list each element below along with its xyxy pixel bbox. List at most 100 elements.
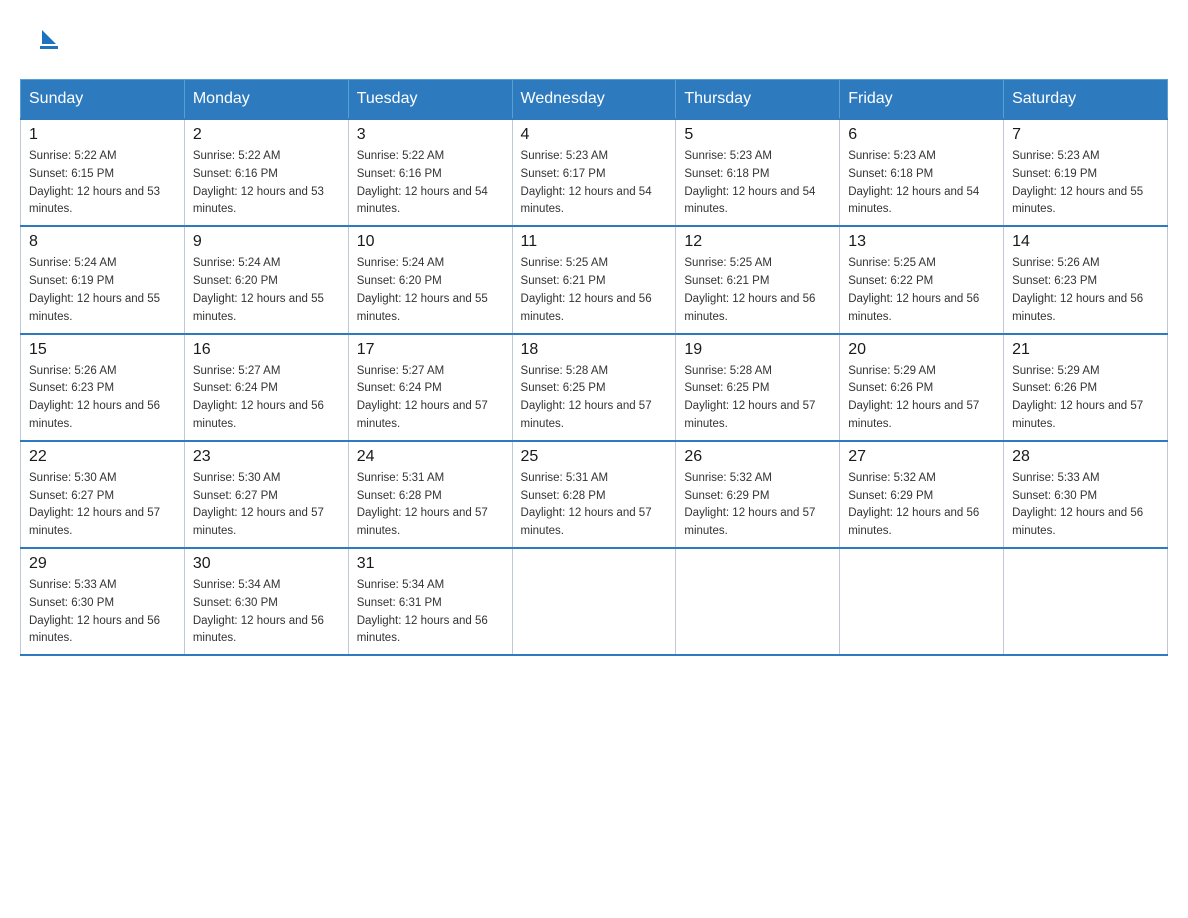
day-info: Sunrise: 5:34 AMSunset: 6:30 PMDaylight:… bbox=[193, 577, 340, 648]
day-number: 20 bbox=[848, 341, 995, 359]
logo-underline bbox=[40, 46, 58, 49]
day-info: Sunrise: 5:24 AMSunset: 6:20 PMDaylight:… bbox=[193, 255, 340, 326]
day-number: 4 bbox=[521, 126, 668, 144]
day-number: 28 bbox=[1012, 448, 1159, 466]
calendar-day-cell: 22 Sunrise: 5:30 AMSunset: 6:27 PMDaylig… bbox=[21, 441, 185, 548]
day-number: 2 bbox=[193, 126, 340, 144]
day-info: Sunrise: 5:30 AMSunset: 6:27 PMDaylight:… bbox=[193, 470, 340, 541]
day-number: 15 bbox=[29, 341, 176, 359]
calendar-day-cell: 11 Sunrise: 5:25 AMSunset: 6:21 PMDaylig… bbox=[512, 226, 676, 333]
calendar-week-row: 29 Sunrise: 5:33 AMSunset: 6:30 PMDaylig… bbox=[21, 548, 1168, 655]
calendar-day-cell: 16 Sunrise: 5:27 AMSunset: 6:24 PMDaylig… bbox=[184, 334, 348, 441]
day-info: Sunrise: 5:29 AMSunset: 6:26 PMDaylight:… bbox=[848, 363, 995, 434]
calendar-day-cell: 13 Sunrise: 5:25 AMSunset: 6:22 PMDaylig… bbox=[840, 226, 1004, 333]
calendar-day-cell: 15 Sunrise: 5:26 AMSunset: 6:23 PMDaylig… bbox=[21, 334, 185, 441]
day-number: 22 bbox=[29, 448, 176, 466]
day-info: Sunrise: 5:32 AMSunset: 6:29 PMDaylight:… bbox=[848, 470, 995, 541]
calendar-day-cell: 4 Sunrise: 5:23 AMSunset: 6:17 PMDayligh… bbox=[512, 119, 676, 226]
calendar-day-cell: 5 Sunrise: 5:23 AMSunset: 6:18 PMDayligh… bbox=[676, 119, 840, 226]
day-number: 21 bbox=[1012, 341, 1159, 359]
day-number: 23 bbox=[193, 448, 340, 466]
day-number: 29 bbox=[29, 555, 176, 573]
day-number: 19 bbox=[684, 341, 831, 359]
day-info: Sunrise: 5:33 AMSunset: 6:30 PMDaylight:… bbox=[29, 577, 176, 648]
day-number: 1 bbox=[29, 126, 176, 144]
day-info: Sunrise: 5:27 AMSunset: 6:24 PMDaylight:… bbox=[193, 363, 340, 434]
calendar-day-cell: 8 Sunrise: 5:24 AMSunset: 6:19 PMDayligh… bbox=[21, 226, 185, 333]
day-number: 10 bbox=[357, 233, 504, 251]
calendar-day-cell: 10 Sunrise: 5:24 AMSunset: 6:20 PMDaylig… bbox=[348, 226, 512, 333]
logo-triangle-icon bbox=[42, 30, 56, 44]
day-number: 16 bbox=[193, 341, 340, 359]
day-info: Sunrise: 5:26 AMSunset: 6:23 PMDaylight:… bbox=[29, 363, 176, 434]
day-number: 5 bbox=[684, 126, 831, 144]
calendar-day-cell: 14 Sunrise: 5:26 AMSunset: 6:23 PMDaylig… bbox=[1004, 226, 1168, 333]
day-info: Sunrise: 5:31 AMSunset: 6:28 PMDaylight:… bbox=[521, 470, 668, 541]
calendar-day-cell: 19 Sunrise: 5:28 AMSunset: 6:25 PMDaylig… bbox=[676, 334, 840, 441]
day-info: Sunrise: 5:33 AMSunset: 6:30 PMDaylight:… bbox=[1012, 470, 1159, 541]
day-info: Sunrise: 5:23 AMSunset: 6:17 PMDaylight:… bbox=[521, 148, 668, 219]
calendar-day-cell: 26 Sunrise: 5:32 AMSunset: 6:29 PMDaylig… bbox=[676, 441, 840, 548]
calendar-day-cell: 28 Sunrise: 5:33 AMSunset: 6:30 PMDaylig… bbox=[1004, 441, 1168, 548]
day-number: 24 bbox=[357, 448, 504, 466]
calendar-day-cell bbox=[676, 548, 840, 655]
logo bbox=[40, 30, 58, 49]
day-number: 25 bbox=[521, 448, 668, 466]
day-number: 3 bbox=[357, 126, 504, 144]
day-info: Sunrise: 5:26 AMSunset: 6:23 PMDaylight:… bbox=[1012, 255, 1159, 326]
day-info: Sunrise: 5:24 AMSunset: 6:19 PMDaylight:… bbox=[29, 255, 176, 326]
calendar-day-cell: 29 Sunrise: 5:33 AMSunset: 6:30 PMDaylig… bbox=[21, 548, 185, 655]
calendar-day-cell: 21 Sunrise: 5:29 AMSunset: 6:26 PMDaylig… bbox=[1004, 334, 1168, 441]
day-number: 6 bbox=[848, 126, 995, 144]
calendar-day-cell bbox=[512, 548, 676, 655]
calendar-day-cell: 30 Sunrise: 5:34 AMSunset: 6:30 PMDaylig… bbox=[184, 548, 348, 655]
calendar-day-cell: 17 Sunrise: 5:27 AMSunset: 6:24 PMDaylig… bbox=[348, 334, 512, 441]
calendar-day-cell: 24 Sunrise: 5:31 AMSunset: 6:28 PMDaylig… bbox=[348, 441, 512, 548]
calendar-week-row: 1 Sunrise: 5:22 AMSunset: 6:15 PMDayligh… bbox=[21, 119, 1168, 226]
day-number: 26 bbox=[684, 448, 831, 466]
calendar-day-cell: 25 Sunrise: 5:31 AMSunset: 6:28 PMDaylig… bbox=[512, 441, 676, 548]
calendar-day-header: Thursday bbox=[676, 80, 840, 120]
day-number: 30 bbox=[193, 555, 340, 573]
calendar-day-cell: 23 Sunrise: 5:30 AMSunset: 6:27 PMDaylig… bbox=[184, 441, 348, 548]
day-info: Sunrise: 5:25 AMSunset: 6:21 PMDaylight:… bbox=[521, 255, 668, 326]
day-info: Sunrise: 5:24 AMSunset: 6:20 PMDaylight:… bbox=[357, 255, 504, 326]
calendar-day-cell: 18 Sunrise: 5:28 AMSunset: 6:25 PMDaylig… bbox=[512, 334, 676, 441]
page-header bbox=[20, 20, 1168, 59]
calendar-header-row: SundayMondayTuesdayWednesdayThursdayFrid… bbox=[21, 80, 1168, 120]
day-number: 27 bbox=[848, 448, 995, 466]
day-info: Sunrise: 5:25 AMSunset: 6:22 PMDaylight:… bbox=[848, 255, 995, 326]
day-number: 7 bbox=[1012, 126, 1159, 144]
calendar-day-header: Tuesday bbox=[348, 80, 512, 120]
day-number: 13 bbox=[848, 233, 995, 251]
calendar-day-header: Wednesday bbox=[512, 80, 676, 120]
calendar-day-header: Friday bbox=[840, 80, 1004, 120]
day-info: Sunrise: 5:23 AMSunset: 6:18 PMDaylight:… bbox=[684, 148, 831, 219]
day-info: Sunrise: 5:32 AMSunset: 6:29 PMDaylight:… bbox=[684, 470, 831, 541]
day-info: Sunrise: 5:34 AMSunset: 6:31 PMDaylight:… bbox=[357, 577, 504, 648]
calendar-week-row: 22 Sunrise: 5:30 AMSunset: 6:27 PMDaylig… bbox=[21, 441, 1168, 548]
day-info: Sunrise: 5:22 AMSunset: 6:15 PMDaylight:… bbox=[29, 148, 176, 219]
calendar-day-cell: 9 Sunrise: 5:24 AMSunset: 6:20 PMDayligh… bbox=[184, 226, 348, 333]
calendar-week-row: 8 Sunrise: 5:24 AMSunset: 6:19 PMDayligh… bbox=[21, 226, 1168, 333]
calendar-day-header: Monday bbox=[184, 80, 348, 120]
calendar-day-cell: 12 Sunrise: 5:25 AMSunset: 6:21 PMDaylig… bbox=[676, 226, 840, 333]
day-info: Sunrise: 5:28 AMSunset: 6:25 PMDaylight:… bbox=[684, 363, 831, 434]
calendar-day-header: Sunday bbox=[21, 80, 185, 120]
calendar-day-header: Saturday bbox=[1004, 80, 1168, 120]
day-info: Sunrise: 5:22 AMSunset: 6:16 PMDaylight:… bbox=[193, 148, 340, 219]
calendar-day-cell: 20 Sunrise: 5:29 AMSunset: 6:26 PMDaylig… bbox=[840, 334, 1004, 441]
day-info: Sunrise: 5:31 AMSunset: 6:28 PMDaylight:… bbox=[357, 470, 504, 541]
calendar-day-cell bbox=[1004, 548, 1168, 655]
day-info: Sunrise: 5:25 AMSunset: 6:21 PMDaylight:… bbox=[684, 255, 831, 326]
day-info: Sunrise: 5:27 AMSunset: 6:24 PMDaylight:… bbox=[357, 363, 504, 434]
day-info: Sunrise: 5:28 AMSunset: 6:25 PMDaylight:… bbox=[521, 363, 668, 434]
day-number: 8 bbox=[29, 233, 176, 251]
calendar-day-cell: 27 Sunrise: 5:32 AMSunset: 6:29 PMDaylig… bbox=[840, 441, 1004, 548]
day-number: 18 bbox=[521, 341, 668, 359]
day-info: Sunrise: 5:22 AMSunset: 6:16 PMDaylight:… bbox=[357, 148, 504, 219]
calendar-day-cell: 2 Sunrise: 5:22 AMSunset: 6:16 PMDayligh… bbox=[184, 119, 348, 226]
day-number: 31 bbox=[357, 555, 504, 573]
calendar-day-cell: 1 Sunrise: 5:22 AMSunset: 6:15 PMDayligh… bbox=[21, 119, 185, 226]
calendar-table: SundayMondayTuesdayWednesdayThursdayFrid… bbox=[20, 79, 1168, 656]
